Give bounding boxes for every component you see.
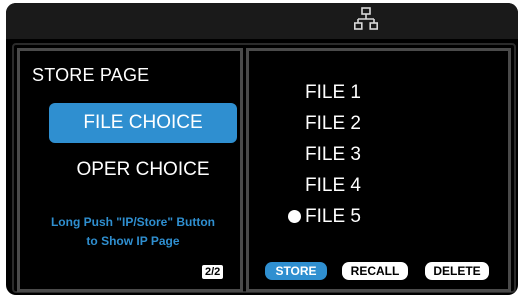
hint-line-1: Long Push "IP/Store" Button: [50, 215, 216, 229]
hint-text: Long Push "IP/Store" Button to Show IP P…: [28, 213, 238, 251]
file-item-3[interactable]: FILE 3: [285, 139, 361, 170]
hint-line-2: to Show IP Page: [86, 234, 180, 248]
store-menu-panel: STORE PAGE FILE CHOICE OPER CHOICE Long …: [17, 48, 243, 292]
action-bar: STORE RECALL DELETE: [265, 262, 505, 284]
file-item-1[interactable]: FILE 1: [285, 77, 361, 108]
recall-button[interactable]: RECALL: [342, 262, 408, 280]
file-item-label: FILE 4: [305, 175, 361, 196]
oper-choice-button[interactable]: OPER CHOICE: [49, 150, 237, 190]
delete-button[interactable]: DELETE: [425, 262, 489, 280]
page-title: STORE PAGE: [32, 65, 150, 85]
selected-dot-icon: [288, 210, 301, 223]
status-bar: [6, 3, 518, 39]
oper-choice-label: OPER CHOICE: [76, 159, 210, 180]
device-bezel: STORE PAGE FILE CHOICE OPER CHOICE Long …: [0, 0, 525, 301]
file-list: FILE 1 FILE 2 FILE 3 FILE 4 FILE 5: [285, 77, 361, 232]
file-item-4[interactable]: FILE 4: [285, 170, 361, 201]
file-item-label: FILE 2: [305, 113, 361, 134]
file-choice-button[interactable]: FILE CHOICE: [49, 103, 237, 143]
page-indicator-badge: 2/2: [202, 265, 224, 279]
store-button[interactable]: STORE: [265, 262, 327, 280]
file-list-panel: FILE 1 FILE 2 FILE 3 FILE 4 FILE 5 STORE…: [246, 48, 511, 292]
file-item-2[interactable]: FILE 2: [285, 108, 361, 139]
file-item-label: FILE 5: [305, 206, 361, 227]
file-item-5[interactable]: FILE 5: [285, 201, 361, 232]
main-content: STORE PAGE FILE CHOICE OPER CHOICE Long …: [12, 43, 516, 293]
file-choice-label: FILE CHOICE: [83, 112, 203, 133]
file-item-label: FILE 3: [305, 144, 361, 165]
device-screen: STORE PAGE FILE CHOICE OPER CHOICE Long …: [6, 3, 518, 295]
file-item-label: FILE 1: [305, 82, 361, 103]
network-icon: [354, 7, 378, 30]
